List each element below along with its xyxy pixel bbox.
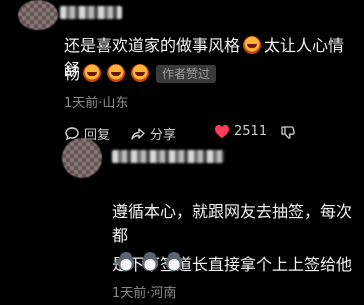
reply-text-line1: 遵循本心，就跟网友去抽签，每次都: [112, 202, 353, 245]
comment-avatar[interactable]: [18, 0, 58, 30]
share-label: 分享: [150, 128, 177, 143]
like-button[interactable]: 2511: [214, 124, 267, 139]
reply-meta: 1天前·河南: [112, 286, 177, 301]
reply-username[interactable]: [112, 150, 224, 163]
heart-icon: [215, 125, 229, 138]
laughing-emoji-icon: [107, 64, 126, 82]
laughing-emoji-icon: [131, 64, 150, 82]
share-arrow-icon: [131, 127, 145, 140]
author-liked-badge: 作者赞过: [156, 65, 217, 83]
cat-emoji-icon: [118, 252, 134, 271]
cat-emoji-icon: [166, 252, 182, 271]
comment-text-second-line: 畅 作者赞过: [64, 62, 356, 86]
share-button[interactable]: 分享: [130, 124, 176, 143]
dislike-button[interactable]: [280, 124, 296, 140]
laughing-emoji-icon: [83, 64, 102, 82]
cat-emoji-icon: [142, 252, 158, 271]
comment-meta: 1天前·山东: [64, 96, 129, 111]
comment-username[interactable]: [60, 6, 122, 19]
comment-text-line1: 还是喜欢道家的做事风格: [64, 36, 241, 55]
comment-text-line2: 畅: [64, 64, 81, 83]
thumbs-down-icon: [281, 126, 295, 139]
reply-avatar[interactable]: [62, 138, 102, 178]
reply-emoji-row: [118, 252, 190, 275]
like-count: 2511: [234, 124, 268, 139]
laughing-emoji-icon: [243, 36, 262, 54]
